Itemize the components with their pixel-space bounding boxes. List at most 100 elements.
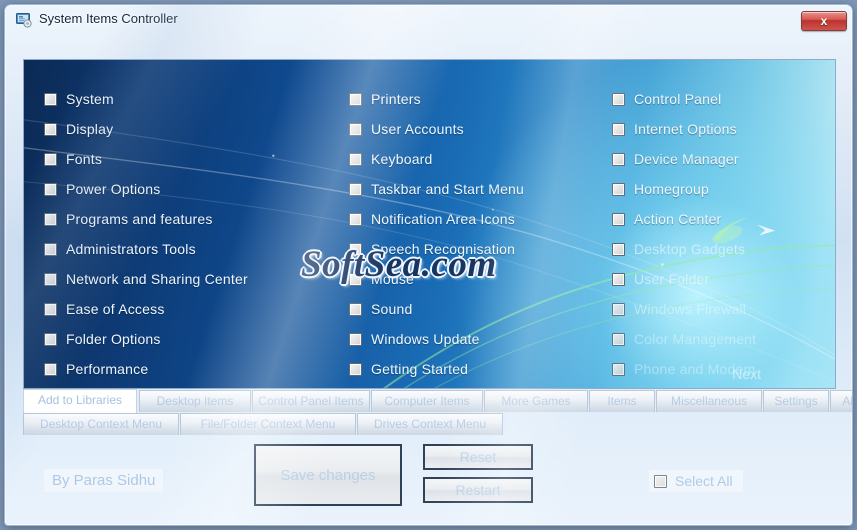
item-checkbox-row[interactable]: Desktop Gadgets: [612, 234, 827, 264]
tab-computer-items[interactable]: Computer Items: [371, 390, 483, 412]
item-checkbox-row[interactable]: Speech Recognisation: [349, 234, 617, 264]
checkbox-icon[interactable]: [612, 182, 625, 196]
item-checkbox-row[interactable]: Keyboard: [349, 144, 617, 174]
item-checkbox-row[interactable]: Action Center: [612, 204, 827, 234]
checkbox-icon[interactable]: [44, 92, 57, 106]
item-label: Speech Recognisation: [371, 241, 516, 257]
tab-about[interactable]: About: [830, 390, 852, 412]
tab-add-to-libraries[interactable]: Add to Libraries: [23, 389, 137, 413]
checkbox-icon[interactable]: [349, 122, 362, 136]
item-checkbox-row[interactable]: Mouse: [349, 264, 617, 294]
item-checkbox-row[interactable]: Display: [44, 114, 354, 144]
item-checkbox-row[interactable]: Sound: [349, 294, 617, 324]
item-label: Color Management: [634, 331, 757, 347]
item-label: Programs and features: [66, 211, 213, 227]
tab-settings[interactable]: Settings: [763, 390, 829, 412]
checkbox-icon[interactable]: [44, 242, 57, 256]
item-checkbox-row[interactable]: Network and Sharing Center: [44, 264, 354, 294]
checkbox-icon[interactable]: [612, 152, 625, 166]
item-checkbox-row[interactable]: Taskbar and Start Menu: [349, 174, 617, 204]
item-checkbox-row[interactable]: Internet Options: [612, 114, 827, 144]
item-checkbox-row[interactable]: Ease of Access: [44, 294, 354, 324]
tab-row-primary: Add to Libraries Desktop Items Control Pan…: [23, 389, 852, 413]
item-checkbox-row[interactable]: User Folder: [612, 264, 827, 294]
item-checkbox-row[interactable]: Windows Firewall: [612, 294, 827, 324]
item-checkbox-row[interactable]: Windows Update: [349, 324, 617, 354]
restart-button[interactable]: Restart: [423, 477, 533, 503]
checkbox-icon[interactable]: [44, 302, 57, 316]
item-checkbox-row[interactable]: Performance: [44, 354, 354, 384]
tab-miscellaneous[interactable]: Miscellaneous: [656, 390, 762, 412]
checkbox-icon[interactable]: [44, 362, 57, 376]
tab-file-folder-context-menu[interactable]: File/Folder Context Menu: [180, 413, 356, 435]
items-column-3: Control Panel Internet Options Device Mana…: [612, 84, 827, 384]
item-checkbox-row[interactable]: User Accounts: [349, 114, 617, 144]
window-title: System Items Controller: [39, 11, 178, 26]
item-label: Power Options: [66, 181, 161, 197]
checkbox-icon[interactable]: [612, 302, 625, 316]
item-label: Homegroup: [634, 181, 709, 197]
save-changes-button[interactable]: Save changes: [254, 444, 402, 506]
tab-drives-context-menu[interactable]: Drives Context Menu: [357, 413, 503, 435]
tab-desktop-context-menu[interactable]: Desktop Context Menu: [23, 413, 179, 435]
checkbox-icon[interactable]: [349, 362, 362, 376]
checkbox-icon[interactable]: [349, 242, 362, 256]
item-checkbox-row[interactable]: Control Panel: [612, 84, 827, 114]
select-all-checkbox[interactable]: Select All: [649, 470, 743, 492]
item-checkbox-row[interactable]: Homegroup: [612, 174, 827, 204]
checkbox-icon[interactable]: [44, 182, 57, 196]
checkbox-icon[interactable]: [612, 122, 625, 136]
checkbox-icon[interactable]: [44, 332, 57, 346]
item-label: User Accounts: [371, 121, 464, 137]
checkbox-icon[interactable]: [612, 242, 625, 256]
checkbox-icon[interactable]: [349, 92, 362, 106]
item-label: Getting Started: [371, 361, 469, 377]
item-checkbox-row[interactable]: Phone and Modem: [612, 354, 827, 384]
item-checkbox-row[interactable]: Printers: [349, 84, 617, 114]
item-label: Device Manager: [634, 151, 739, 167]
checkbox-icon[interactable]: [44, 212, 57, 226]
close-button[interactable]: x: [801, 11, 847, 31]
item-label: Network and Sharing Center: [66, 271, 248, 287]
tab-desktop-items[interactable]: Desktop Items: [139, 390, 251, 412]
item-checkbox-row[interactable]: System: [44, 84, 354, 114]
next-link[interactable]: Next: [732, 366, 761, 382]
tab-more-games[interactable]: More Games: [484, 390, 588, 412]
item-checkbox-row[interactable]: Getting Started: [349, 354, 617, 384]
checkbox-icon[interactable]: [654, 474, 667, 488]
reset-button[interactable]: Reset: [423, 444, 533, 470]
tab-items[interactable]: Items: [589, 390, 655, 412]
checkbox-icon[interactable]: [44, 272, 57, 286]
item-checkbox-row[interactable]: Folder Options: [44, 324, 354, 354]
checkbox-icon[interactable]: [612, 212, 625, 226]
item-checkbox-row[interactable]: Power Options: [44, 174, 354, 204]
checkbox-icon[interactable]: [44, 152, 57, 166]
checkbox-icon[interactable]: [349, 182, 362, 196]
item-label: Performance: [66, 361, 149, 377]
tab-control-panel-items[interactable]: Control Panel Items: [252, 390, 370, 412]
tab-strip: Add to Libraries Desktop Items Control Pan…: [23, 389, 852, 436]
item-checkbox-row[interactable]: Administrators Tools: [44, 234, 354, 264]
item-checkbox-row[interactable]: Fonts: [44, 144, 354, 174]
checkbox-icon[interactable]: [349, 332, 362, 346]
item-label: Sound: [371, 301, 413, 317]
item-label: Ease of Access: [66, 301, 165, 317]
checkbox-icon[interactable]: [349, 272, 362, 286]
item-checkbox-row[interactable]: Device Manager: [612, 144, 827, 174]
item-label: Administrators Tools: [66, 241, 196, 257]
items-column-2: Printers User Accounts Keyboard Taskbar and…: [349, 84, 617, 384]
item-checkbox-row[interactable]: Programs and features: [44, 204, 354, 234]
item-label: Mouse: [371, 271, 415, 287]
checkbox-icon[interactable]: [612, 332, 625, 346]
checkbox-icon[interactable]: [612, 362, 625, 376]
item-checkbox-row[interactable]: Color Management: [612, 324, 827, 354]
item-checkbox-row[interactable]: Notification Area Icons: [349, 204, 617, 234]
checkbox-icon[interactable]: [349, 212, 362, 226]
checkbox-icon[interactable]: [612, 92, 625, 106]
item-label: Taskbar and Start Menu: [371, 181, 525, 197]
checkbox-icon[interactable]: [44, 122, 57, 136]
checkbox-icon[interactable]: [349, 302, 362, 316]
checkbox-icon[interactable]: [612, 272, 625, 286]
checkbox-icon[interactable]: [349, 152, 362, 166]
item-label: Folder Options: [66, 331, 161, 347]
